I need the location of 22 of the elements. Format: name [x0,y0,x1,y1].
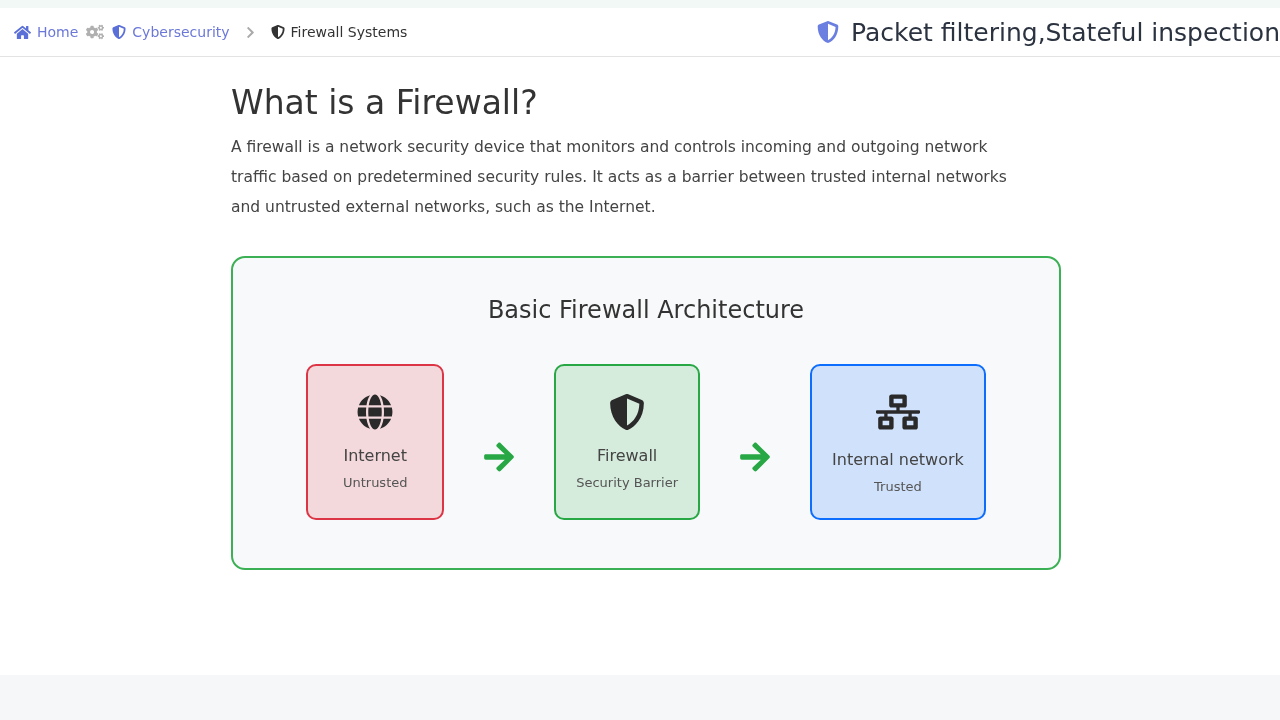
shield-icon [609,394,646,430]
node-label: Internet [343,446,407,465]
node-label: Internal network [832,450,964,469]
home-icon [14,23,31,41]
node-caption: Untrusted [342,475,408,490]
shield-icon [112,25,127,39]
diagram-title: Basic Firewall Architecture [487,296,805,324]
gears-icon [86,23,105,41]
arrow-icon [738,440,773,474]
node-caption: Trusted [874,479,922,494]
globe-icon [357,394,394,430]
shield-icon [817,21,840,43]
node-caption: Security Barrier [576,475,679,490]
intro-paragraph: A firewall is a network security device that monitors and controls incoming and outgoing network traffic based on predetermined security rules. It acts as a barrier between trusted internal networks and untrusted external networks, such as the Internet. [231,137,1008,218]
breadcrumb-link[interactable]: Home [14,23,79,41]
header-title: Packet filtering,Stateful inspection [851,17,1280,47]
breadcrumb-link[interactable]: Cybersecurity [112,24,230,40]
arrow-icon [482,440,517,474]
node-label: Firewall [596,446,658,465]
breadcrumb-link[interactable]: Firewall Systems [270,24,408,40]
page-heading: What is a Firewall? [231,83,539,122]
shield-icon [270,25,285,39]
